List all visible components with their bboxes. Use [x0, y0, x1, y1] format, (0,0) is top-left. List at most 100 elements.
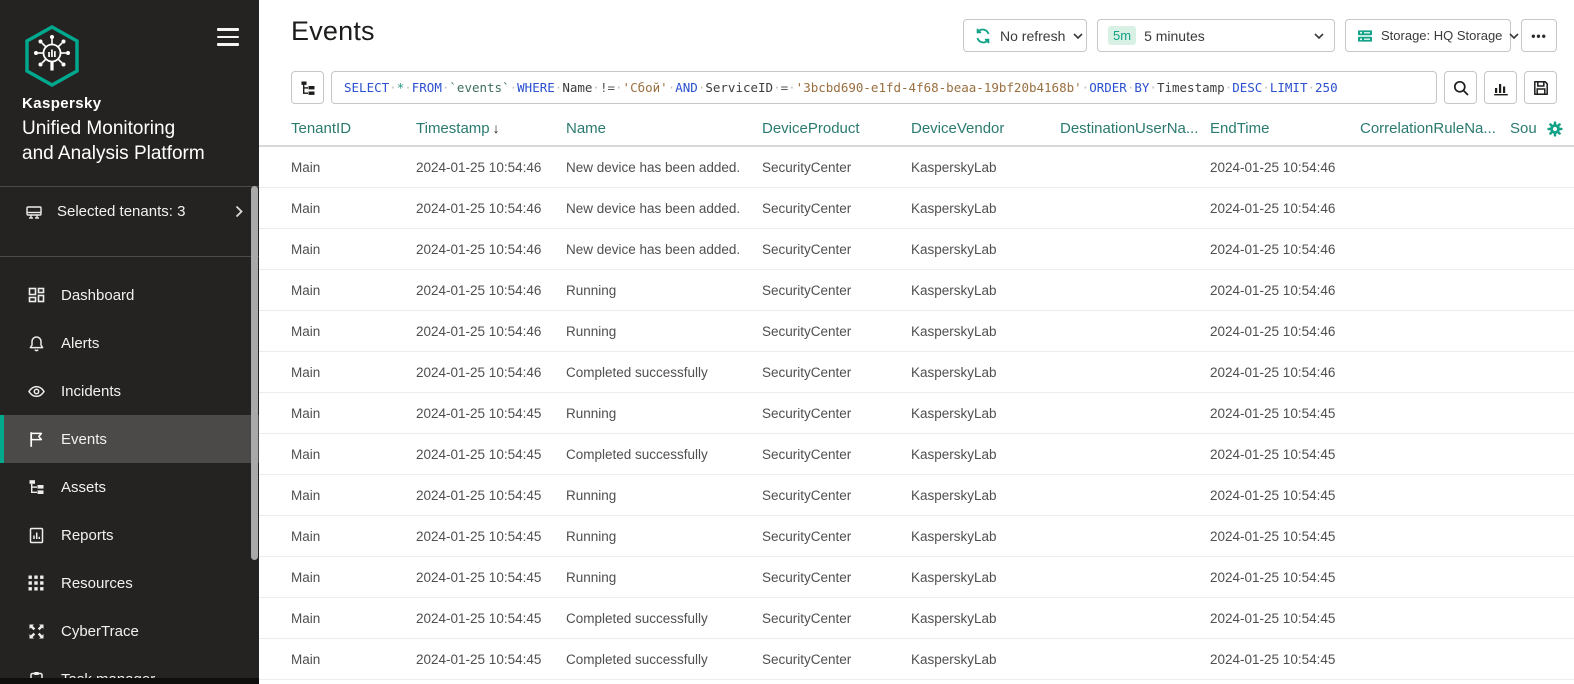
table-cell: Main [291, 324, 416, 339]
storage-dropdown[interactable]: Storage: HQ Storage [1345, 19, 1511, 52]
sql-token: ORDER [1089, 80, 1127, 95]
search-button[interactable] [1444, 71, 1477, 104]
table-cell: 2024-01-25 10:54:45 [1210, 447, 1360, 462]
table-row[interactable]: Main2024-01-25 10:54:46New device has be… [259, 188, 1574, 229]
table-header-row: TenantID Timestamp↓Name DeviceProduct Devic… [259, 112, 1574, 147]
table-cell: KasperskyLab [911, 324, 1060, 339]
table-cell: 2024-01-25 10:54:45 [416, 570, 566, 585]
table-cell: KasperskyLab [911, 529, 1060, 544]
selected-tenants-button[interactable]: Selected tenants: 3 [0, 187, 259, 236]
table-cell: Main [291, 365, 416, 380]
table-row[interactable]: Main2024-01-25 10:54:45Completed success… [259, 434, 1574, 475]
table-cell: SecurityCenter [762, 324, 911, 339]
table-row[interactable]: Main2024-01-25 10:54:45Completed success… [259, 639, 1574, 680]
column-header-label: TenantID [291, 120, 351, 137]
query-builder-button[interactable] [291, 71, 324, 104]
sidebar-item-assets[interactable]: Assets [0, 463, 259, 511]
column-header-label: EndTime [1210, 120, 1269, 137]
sidebar-item-dashboard[interactable]: Dashboard [0, 271, 259, 319]
table-row[interactable]: Main2024-01-25 10:54:46New device has be… [259, 229, 1574, 270]
column-header-devicevendor[interactable]: DeviceVendor [911, 120, 1060, 137]
column-header-label: DeviceProduct [762, 120, 860, 137]
sidebar-item-alerts[interactable]: Alerts [0, 319, 259, 367]
period-label: 5 minutes [1144, 28, 1205, 44]
table-row[interactable]: Main2024-01-25 10:54:45RunningSecurityCe… [259, 393, 1574, 434]
table-cell: SecurityCenter [762, 529, 911, 544]
column-header-label: DestinationUserNa... [1060, 120, 1198, 137]
period-badge: 5m [1108, 26, 1136, 45]
space-dot: · [1149, 80, 1157, 95]
table-cell: KasperskyLab [911, 447, 1060, 462]
table-cell: 2024-01-25 10:54:45 [1210, 570, 1360, 585]
column-header-tenantid[interactable]: TenantID [291, 120, 416, 137]
sidebar-item-resources[interactable]: Resources [0, 559, 259, 607]
column-header-label: Timestamp [416, 120, 490, 137]
table-cell: Completed successfully [566, 652, 762, 667]
sql-token: = [781, 80, 789, 95]
table-cell: Completed successfully [566, 365, 762, 380]
table-cell: Running [566, 324, 762, 339]
table-cell: KasperskyLab [911, 242, 1060, 257]
column-header-timestamp[interactable]: Timestamp↓ [416, 120, 566, 137]
sidebar-scrollbar[interactable] [251, 186, 258, 560]
chart-view-button[interactable] [1484, 71, 1517, 104]
cybertrace-icon [26, 621, 46, 641]
table-cell: 2024-01-25 10:54:46 [416, 365, 566, 380]
space-dot: · [1308, 80, 1316, 95]
table-row[interactable]: Main2024-01-25 10:54:45RunningSecurityCe… [259, 557, 1574, 598]
table-cell: SecurityCenter [762, 652, 911, 667]
sql-token: LIMIT [1270, 80, 1308, 95]
table-cell: 2024-01-25 10:54:46 [416, 201, 566, 216]
table-cell: KasperskyLab [911, 283, 1060, 298]
column-header-sou[interactable]: Sou [1510, 120, 1574, 137]
ellipsis-icon: ••• [1531, 29, 1547, 43]
chevron-down-icon [1509, 33, 1519, 39]
save-query-button[interactable] [1524, 71, 1557, 104]
table-cell: SecurityCenter [762, 447, 911, 462]
table-row[interactable]: Main2024-01-25 10:54:45Completed success… [259, 598, 1574, 639]
sql-token: DESC [1232, 80, 1262, 95]
column-header-correlationrulena[interactable]: CorrelationRuleNa... [1360, 120, 1510, 137]
sidebar-item-events[interactable]: Events [0, 415, 259, 463]
column-settings-gear-icon[interactable] [1546, 120, 1564, 138]
table-row[interactable]: Main2024-01-25 10:54:45RunningSecurityCe… [259, 516, 1574, 557]
table-row[interactable]: Main2024-01-25 10:54:46Completed success… [259, 352, 1574, 393]
table-cell: Main [291, 652, 416, 667]
table-cell: SecurityCenter [762, 570, 911, 585]
time-period-dropdown[interactable]: 5m 5 minutes [1097, 19, 1335, 52]
table-cell: 2024-01-25 10:54:45 [416, 447, 566, 462]
table-cell: Main [291, 201, 416, 216]
column-header-name[interactable]: Name [566, 120, 762, 137]
table-cell: Running [566, 406, 762, 421]
resources-grid-icon [26, 573, 46, 593]
storage-icon [1356, 27, 1374, 45]
table-row[interactable]: Main2024-01-25 10:54:45RunningSecurityCe… [259, 475, 1574, 516]
table-cell: 2024-01-25 10:54:46 [1210, 201, 1360, 216]
sql-token: ServiceID [705, 80, 773, 95]
sidebar-item-label: Resources [61, 575, 133, 592]
column-header-destinationuserna[interactable]: DestinationUserNa... [1060, 120, 1210, 137]
table-body: Main2024-01-25 10:54:46New device has be… [259, 147, 1574, 680]
table-cell: Running [566, 529, 762, 544]
more-options-button[interactable]: ••• [1521, 19, 1557, 52]
column-header-endtime[interactable]: EndTime [1210, 120, 1360, 137]
table-row[interactable]: Main2024-01-25 10:54:46RunningSecurityCe… [259, 311, 1574, 352]
table-row[interactable]: Main2024-01-25 10:54:46New device has be… [259, 147, 1574, 188]
space-dot: · [1262, 80, 1270, 95]
refresh-dropdown[interactable]: No refresh [963, 19, 1087, 52]
table-row[interactable]: Main2024-01-25 10:54:46RunningSecurityCe… [259, 270, 1574, 311]
table-cell: Main [291, 447, 416, 462]
table-cell: Completed successfully [566, 611, 762, 626]
space-dot: · [788, 80, 796, 95]
menu-toggle-button[interactable] [217, 28, 239, 46]
table-cell: 2024-01-25 10:54:45 [1210, 611, 1360, 626]
sidebar-item-reports[interactable]: Reports [0, 511, 259, 559]
column-header-deviceproduct[interactable]: DeviceProduct [762, 120, 911, 137]
table-cell: 2024-01-25 10:54:45 [416, 611, 566, 626]
column-header-label: Name [566, 120, 606, 137]
sql-query-input[interactable]: SELECT·*·FROM·`events`·WHERE·Name·!=·'Сб… [331, 71, 1437, 104]
sidebar-item-incidents[interactable]: Incidents [0, 367, 259, 415]
sidebar-item-cybertrace[interactable]: CyberTrace [0, 607, 259, 655]
table-cell: KasperskyLab [911, 160, 1060, 175]
table-cell: New device has been added. [566, 201, 762, 216]
